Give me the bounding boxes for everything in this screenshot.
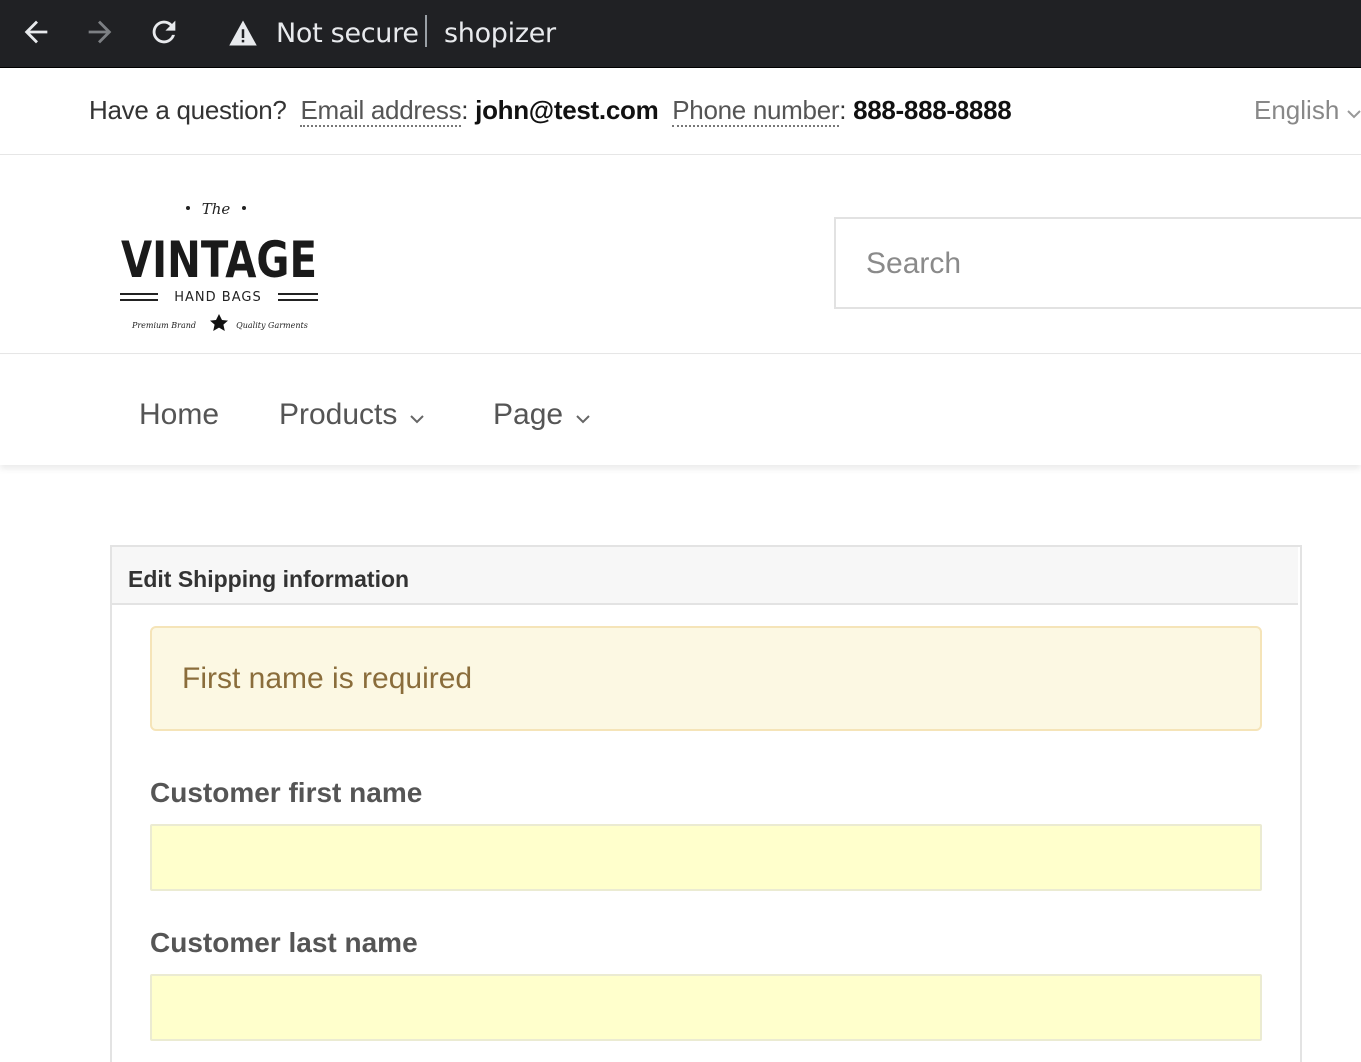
language-selector[interactable]: English bbox=[1254, 95, 1361, 126]
nav-products-label: Products bbox=[279, 398, 398, 431]
logo-right-tag: Quality Garments bbox=[236, 321, 308, 330]
email-label: Email address bbox=[300, 95, 462, 127]
search-box bbox=[834, 217, 1361, 309]
nav-home[interactable]: Home bbox=[139, 398, 219, 432]
url-text[interactable]: shopizer bbox=[444, 18, 556, 49]
logo-left-tag: Premium Brand bbox=[131, 321, 196, 330]
browser-toolbar: Not secure shopizer bbox=[0, 0, 1361, 68]
main-navigation: Home Products Page bbox=[0, 355, 1361, 465]
reload-button[interactable] bbox=[142, 10, 186, 54]
forward-arrow-icon bbox=[88, 20, 112, 44]
chevron-down-icon bbox=[409, 399, 425, 433]
first-name-label: Customer first name bbox=[150, 777, 423, 808]
first-name-field[interactable] bbox=[150, 824, 1262, 891]
back-button[interactable] bbox=[14, 10, 58, 54]
logo-main-text: VINTAGE bbox=[121, 231, 317, 289]
nav-page-label: Page bbox=[493, 398, 564, 431]
phone-value: 888-888-8888 bbox=[853, 95, 1012, 125]
back-arrow-icon bbox=[24, 20, 48, 44]
panel-title: Edit Shipping information bbox=[128, 566, 410, 592]
store-logo[interactable]: The VINTAGE HAND BAGS Premium Brand Qual… bbox=[116, 195, 322, 335]
chevron-down-icon bbox=[575, 399, 591, 433]
site-header: The VINTAGE HAND BAGS Premium Brand Qual… bbox=[0, 155, 1361, 354]
question-text: Have a question? bbox=[89, 95, 287, 125]
email-value: john@test.com bbox=[475, 95, 659, 125]
omnibox-divider bbox=[425, 15, 427, 47]
search-input[interactable] bbox=[866, 247, 1346, 281]
nav-products[interactable]: Products bbox=[279, 398, 425, 433]
security-status[interactable]: Not secure bbox=[276, 18, 419, 49]
logo-top-text: The bbox=[202, 200, 231, 218]
last-name-field[interactable] bbox=[150, 974, 1262, 1041]
logo-sub-text: HAND BAGS bbox=[174, 290, 261, 305]
shipping-panel: Edit Shipping information First name is … bbox=[110, 545, 1302, 1062]
panel-heading: Edit Shipping information bbox=[112, 547, 1298, 605]
warning-icon bbox=[229, 20, 257, 46]
nav-home-label: Home bbox=[139, 398, 220, 431]
forward-button[interactable] bbox=[78, 10, 122, 54]
last-name-label: Customer last name bbox=[150, 927, 418, 958]
contact-bar: Have a question? Email address: john@tes… bbox=[0, 69, 1361, 155]
address-bar[interactable]: Not secure shopizer bbox=[210, 8, 1361, 58]
contact-info: Have a question? Email address: john@tes… bbox=[89, 95, 1012, 127]
reload-icon bbox=[152, 20, 176, 44]
nav-page[interactable]: Page bbox=[493, 398, 591, 433]
chevron-down-icon bbox=[1347, 95, 1361, 126]
validation-alert: First name is required bbox=[150, 626, 1262, 731]
alert-message: First name is required bbox=[182, 662, 473, 695]
language-label: English bbox=[1254, 95, 1340, 125]
phone-label: Phone number bbox=[672, 95, 840, 127]
